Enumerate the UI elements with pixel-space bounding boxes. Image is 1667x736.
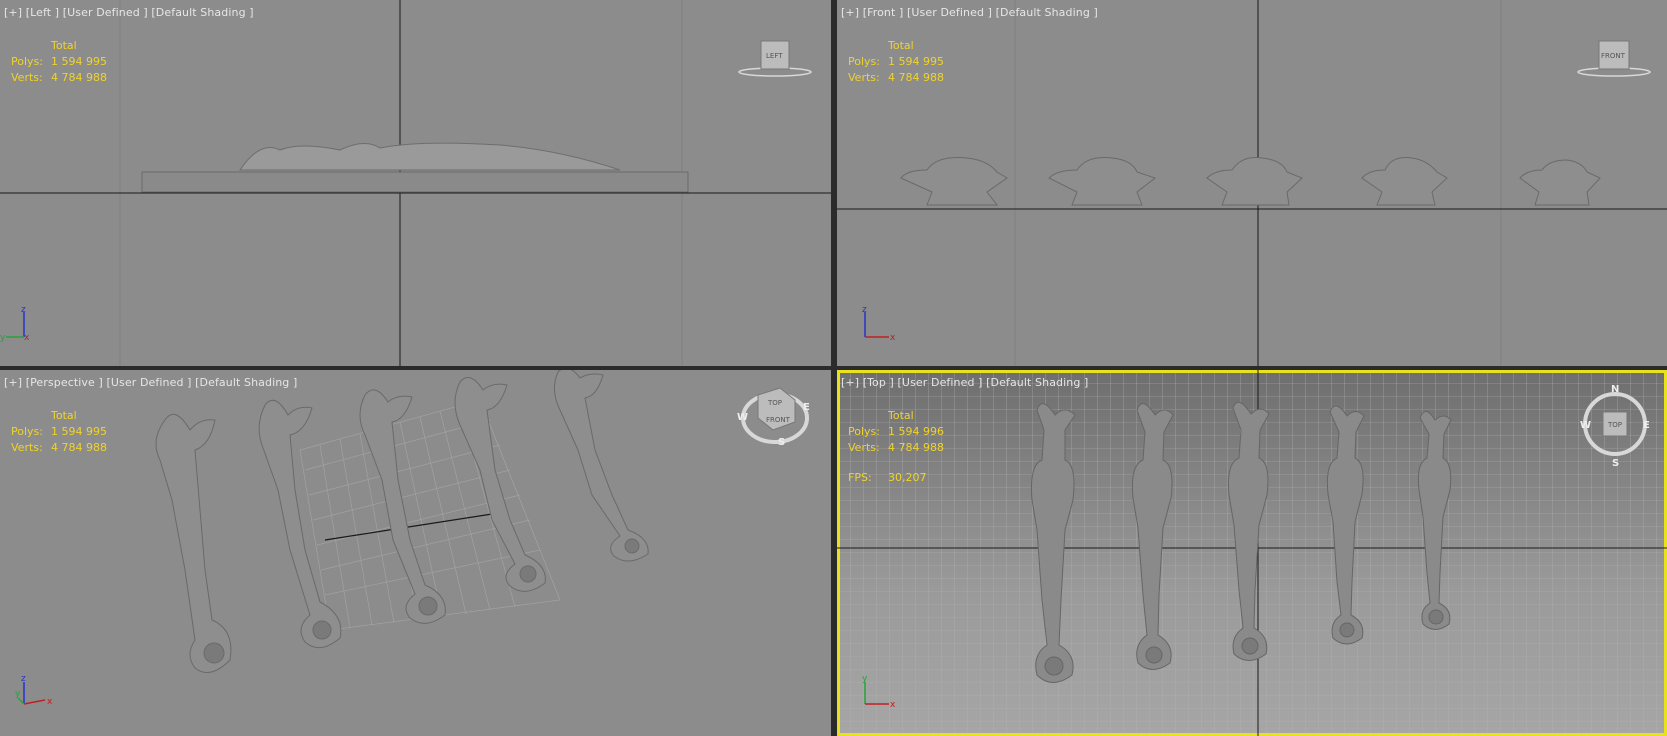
svg-text:E: E [803,402,810,413]
viewport-front[interactable]: z x FRONT [+] [Front ] [User Defined ] [… [837,0,1667,366]
viewport-left[interactable]: z y x LEFT [+] [Left ] [User Defined ] [… [0,0,831,366]
front-scene: z x FRONT [837,0,1667,366]
scene-stats-perspective: Total Polys: 1 594 995 Verts: 4 784 988 [11,409,107,454]
svg-text:y: y [0,333,6,343]
svg-text:FRONT: FRONT [766,416,791,424]
viewport-label-top[interactable]: [+] [Top ] [User Defined ] [Default Shad… [841,376,1088,389]
svg-text:E: E [1643,420,1650,431]
svg-text:x: x [47,697,53,707]
svg-text:N: N [1611,384,1619,395]
svg-text:x: x [890,333,896,343]
perspective-wrenches [155,370,649,673]
fps-label: FPS: [848,471,872,484]
fps-value: 30,207 [888,471,927,484]
viewport-top-active[interactable]: y x TOP N S W E [+] [Top ] [User Defined… [837,370,1667,736]
viewport-label-perspective[interactable]: [+] [Perspective ] [User Defined ] [Defa… [4,376,297,389]
viewport-label-front[interactable]: [+] [Front ] [User Defined ] [Default Sh… [841,6,1098,19]
scene-stats-top: Total Polys: 1 594 996 Verts: 4 784 988 FP… [848,409,944,484]
svg-text:y: y [15,689,21,699]
left-base [141,171,689,193]
svg-text:S: S [778,437,785,448]
svg-text:z: z [862,305,867,315]
svg-text:FRONT: FRONT [1601,52,1626,60]
left-figure [239,142,621,171]
top-scene: y x TOP N S W E [837,370,1667,736]
svg-text:S: S [1612,458,1619,469]
svg-text:W: W [737,412,748,423]
svg-text:y: y [862,674,868,684]
svg-text:W: W [1580,420,1591,431]
svg-text:z: z [21,305,26,315]
perspective-scene: z y x TOP FRONT W E S [15,370,810,707]
svg-text:TOP: TOP [767,399,782,407]
scene-stats-left: Total Polys: 1 594 995 Verts: 4 784 988 [11,39,107,84]
front-models [900,157,1601,206]
svg-text:x: x [890,700,896,710]
svg-text:LEFT: LEFT [766,52,783,60]
left-scene: z y x LEFT [0,0,831,366]
view-cube-front[interactable]: FRONT [1577,40,1651,77]
view-cube-perspective[interactable]: TOP FRONT W E S [737,387,810,448]
svg-text:z: z [21,674,26,684]
svg-text:x: x [24,333,30,343]
viewport-divider-horizontal[interactable] [0,366,1667,370]
svg-text:TOP: TOP [1607,421,1622,429]
scene-stats-front: Total Polys: 1 594 995 Verts: 4 784 988 [848,39,944,84]
viewport-label-left[interactable]: [+] [Left ] [User Defined ] [Default Sha… [4,6,254,19]
view-cube-left[interactable]: LEFT [738,40,812,77]
viewport-perspective[interactable]: z y x TOP FRONT W E S [+] [Perspective ]… [0,370,831,736]
